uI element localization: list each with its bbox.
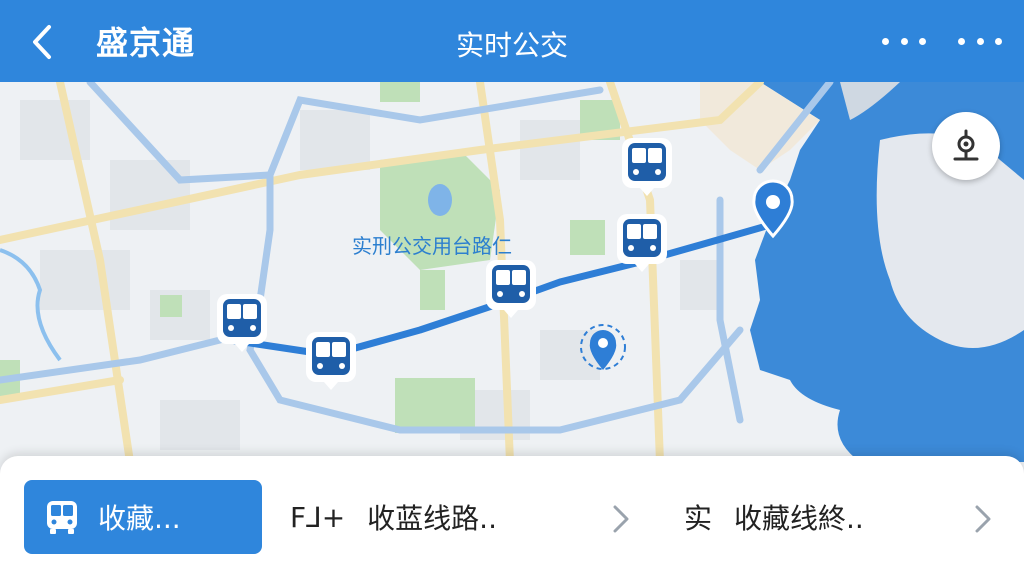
route-item[interactable]: F⅃+ 收蓝线路..: [290, 480, 497, 554]
route-label: 收蓝线路..: [367, 502, 497, 535]
top-bar: 盛京通 实时公交: [0, 0, 1024, 82]
bus-icon: [617, 214, 667, 272]
more-dots-icon: [882, 37, 889, 45]
map-label: 实刑公交用台路仁: [352, 234, 512, 258]
bus-icon: [622, 138, 672, 196]
bus-icon: [217, 294, 267, 352]
chevron-right-icon: [975, 505, 991, 533]
route-label: 收藏线終..: [734, 502, 864, 535]
locate-target-icon: [953, 129, 979, 161]
favorites-label: 收藏...: [98, 502, 181, 535]
route-item[interactable]: 实 收藏线終..: [684, 480, 864, 554]
more-dots-icon: [958, 37, 965, 45]
favorites-button[interactable]: 收藏...: [24, 480, 262, 554]
chevron-right-icon: [613, 505, 629, 533]
map-view[interactable]: 实刑公交用台路仁: [0, 82, 1024, 462]
bus-icon: [486, 260, 536, 318]
bus-marker[interactable]: [215, 292, 269, 354]
page-title: 实时公交: [455, 29, 568, 62]
bus-marker[interactable]: [484, 258, 538, 320]
bus-marker[interactable]: [615, 212, 669, 274]
route-prefix: 实: [684, 502, 713, 535]
bus-marker[interactable]: [620, 136, 674, 198]
bus-marker[interactable]: [304, 330, 358, 392]
locate-button[interactable]: [932, 112, 1000, 180]
bus-icon: [47, 501, 77, 534]
bottom-panel: 收藏... F⅃+ 收蓝线路.. 实 收藏线終..: [0, 456, 1024, 576]
bus-icon: [306, 332, 356, 390]
mini-program-menu-button[interactable]: [958, 26, 1002, 56]
more-menu-button[interactable]: [882, 26, 926, 56]
route-prefix: F⅃+: [290, 500, 346, 534]
